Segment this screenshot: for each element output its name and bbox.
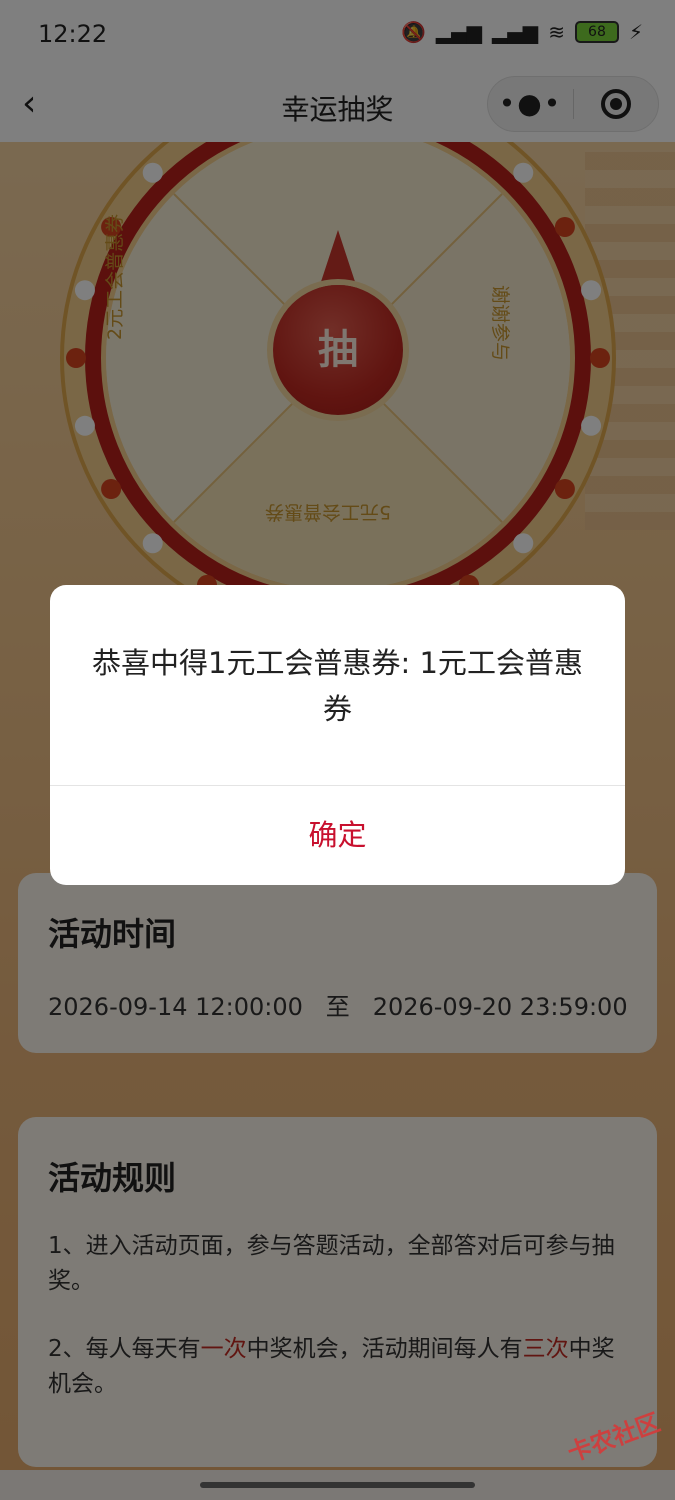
prize-dialog: 恭喜中得1元工会普惠券: 1元工会普惠券 确定 bbox=[50, 585, 625, 885]
dialog-message: 恭喜中得1元工会普惠券: 1元工会普惠券 bbox=[92, 646, 583, 726]
confirm-button[interactable]: 确定 bbox=[50, 786, 625, 885]
home-indicator bbox=[200, 1482, 475, 1488]
